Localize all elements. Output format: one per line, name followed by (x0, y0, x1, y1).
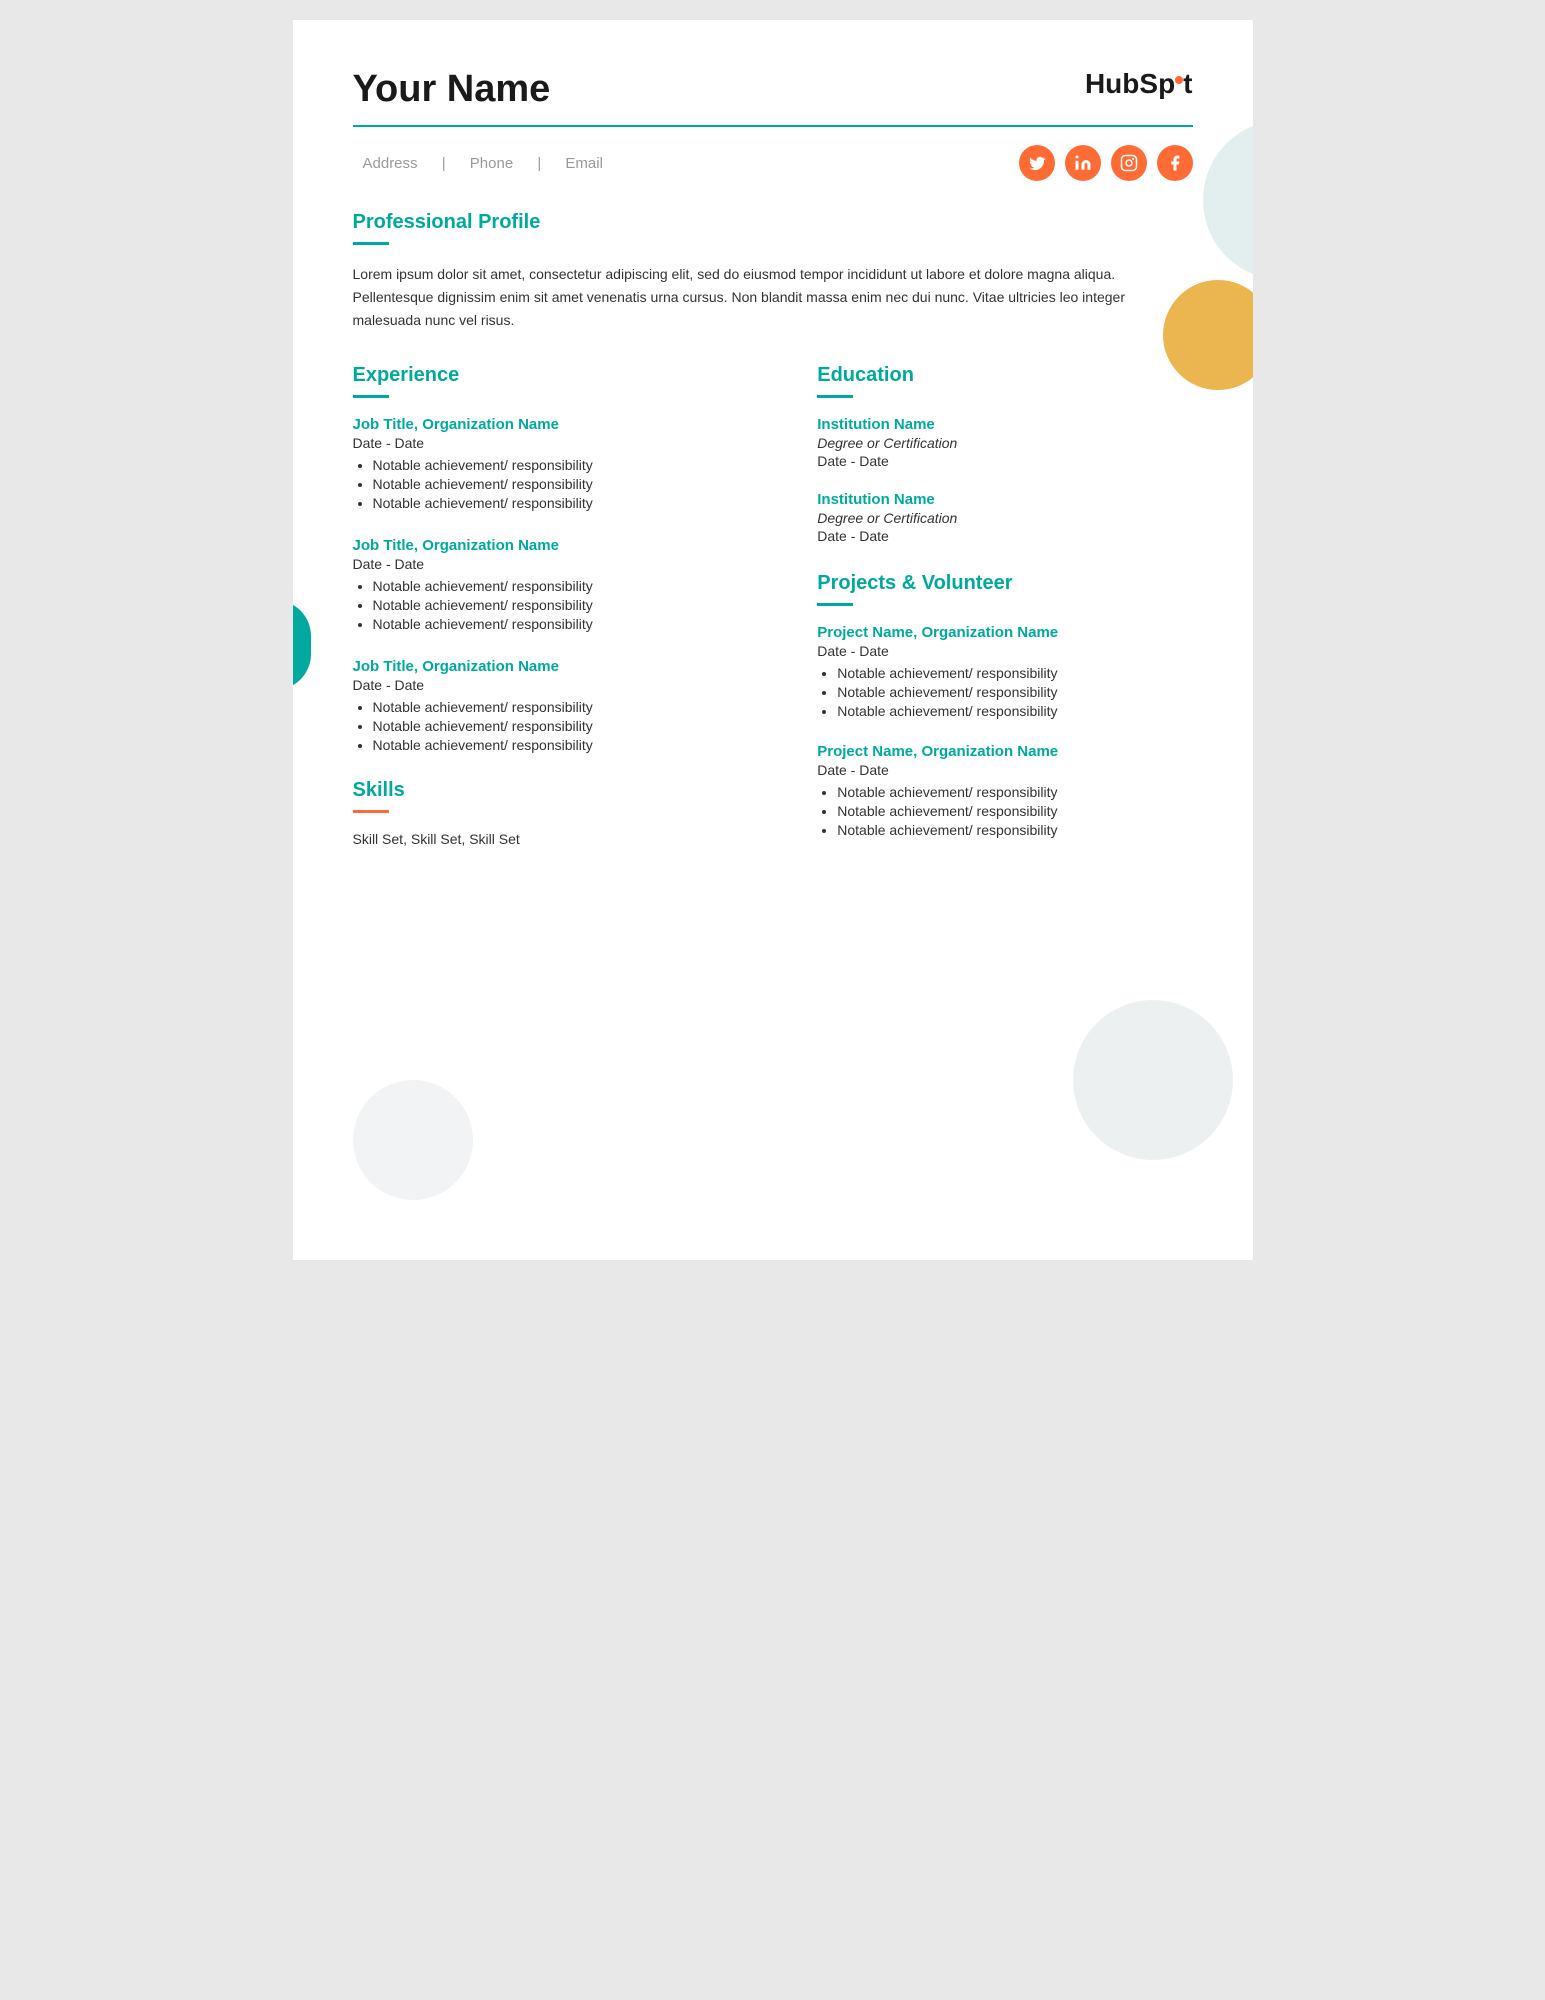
list-item: Notable achievement/ responsibility (837, 822, 1192, 838)
list-item: Notable achievement/ responsibility (373, 578, 768, 594)
job-entry-1: Job Title, Organization Name Date - Date… (353, 416, 768, 511)
edu-date-2: Date - Date (817, 528, 1192, 544)
project-date-2: Date - Date (817, 762, 1192, 778)
institution-name-1: Institution Name (817, 416, 1192, 433)
job-date-1: Date - Date (353, 435, 768, 451)
list-item: Notable achievement/ responsibility (373, 495, 768, 511)
social-icons (1019, 145, 1193, 181)
address: Address (363, 155, 418, 172)
job-bullets-2: Notable achievement/ responsibility Nota… (353, 578, 768, 632)
project-title-1: Project Name, Organization Name (817, 624, 1192, 641)
list-item: Notable achievement/ responsibility (373, 737, 768, 753)
hubspot-hub: Hub (1085, 68, 1139, 100)
job-date-3: Date - Date (353, 677, 768, 693)
job-title-1: Job Title, Organization Name (353, 416, 768, 433)
projects-underline (817, 603, 853, 606)
list-item: Notable achievement/ responsibility (373, 457, 768, 473)
sep2: | (537, 155, 541, 172)
email: Email (565, 155, 603, 172)
institution-name-2: Institution Name (817, 491, 1192, 508)
candidate-name: Your Name (353, 68, 551, 111)
job-title-2: Job Title, Organization Name (353, 537, 768, 554)
education-section: Education Institution Name Degree or Cer… (817, 364, 1192, 544)
project-date-1: Date - Date (817, 643, 1192, 659)
projects-section: Projects & Volunteer Project Name, Organ… (817, 572, 1192, 838)
deco-teal-circle (1203, 120, 1253, 280)
project-entry-1: Project Name, Organization Name Date - D… (817, 624, 1192, 719)
job-bullets-1: Notable achievement/ responsibility Nota… (353, 457, 768, 511)
twitter-icon[interactable] (1019, 145, 1055, 181)
experience-title: Experience (353, 364, 768, 387)
linkedin-icon[interactable] (1065, 145, 1101, 181)
skills-title: Skills (353, 779, 768, 802)
deco-gray-bottom-right (1073, 1000, 1233, 1160)
skills-text: Skill Set, Skill Set, Skill Set (353, 831, 768, 847)
profile-body: Lorem ipsum dolor sit amet, consectetur … (353, 263, 1193, 332)
two-column-layout: Experience Job Title, Organization Name … (353, 364, 1193, 862)
hubspot-t: t (1183, 68, 1192, 100)
list-item: Notable achievement/ responsibility (373, 616, 768, 632)
resume-page: Your Name HubSpt Address | Phone | Email (293, 20, 1253, 1260)
project-entry-2: Project Name, Organization Name Date - D… (817, 743, 1192, 838)
contact-info: Address | Phone | Email (353, 155, 613, 172)
instagram-icon[interactable] (1111, 145, 1147, 181)
list-item: Notable achievement/ responsibility (837, 665, 1192, 681)
skills-underline (353, 810, 389, 813)
education-title: Education (817, 364, 1192, 387)
right-column: Education Institution Name Degree or Cer… (817, 364, 1192, 862)
edu-entry-1: Institution Name Degree or Certification… (817, 416, 1192, 469)
job-bullets-3: Notable achievement/ responsibility Nota… (353, 699, 768, 753)
degree-1: Degree or Certification (817, 435, 1192, 451)
deco-teal-left (293, 600, 311, 690)
project-bullets-2: Notable achievement/ responsibility Nota… (817, 784, 1192, 838)
experience-underline (353, 395, 389, 398)
phone: Phone (470, 155, 513, 172)
profile-underline (353, 242, 389, 245)
profile-section: Professional Profile Lorem ipsum dolor s… (353, 211, 1193, 332)
header: Your Name HubSpt (353, 68, 1193, 111)
header-divider (353, 125, 1193, 127)
skills-section: Skills Skill Set, Skill Set, Skill Set (353, 779, 768, 847)
list-item: Notable achievement/ responsibility (837, 803, 1192, 819)
hubspot-dot (1175, 76, 1183, 84)
deco-gray-bottom-left (353, 1080, 473, 1200)
hubspot-sp: Sp (1139, 68, 1175, 100)
list-item: Notable achievement/ responsibility (373, 597, 768, 613)
sep1: | (442, 155, 446, 172)
degree-2: Degree or Certification (817, 510, 1192, 526)
edu-date-1: Date - Date (817, 453, 1192, 469)
list-item: Notable achievement/ responsibility (373, 476, 768, 492)
experience-section: Experience Job Title, Organization Name … (353, 364, 768, 753)
projects-title: Projects & Volunteer (817, 572, 1192, 595)
job-date-2: Date - Date (353, 556, 768, 572)
list-item: Notable achievement/ responsibility (837, 684, 1192, 700)
project-bullets-1: Notable achievement/ responsibility Nota… (817, 665, 1192, 719)
job-entry-3: Job Title, Organization Name Date - Date… (353, 658, 768, 753)
edu-entry-2: Institution Name Degree or Certification… (817, 491, 1192, 544)
job-title-3: Job Title, Organization Name (353, 658, 768, 675)
list-item: Notable achievement/ responsibility (837, 703, 1192, 719)
list-item: Notable achievement/ responsibility (373, 718, 768, 734)
facebook-icon[interactable] (1157, 145, 1193, 181)
job-entry-2: Job Title, Organization Name Date - Date… (353, 537, 768, 632)
profile-title: Professional Profile (353, 211, 1193, 234)
left-column: Experience Job Title, Organization Name … (353, 364, 768, 862)
list-item: Notable achievement/ responsibility (373, 699, 768, 715)
education-underline (817, 395, 853, 398)
contact-row: Address | Phone | Email (353, 145, 1193, 181)
project-title-2: Project Name, Organization Name (817, 743, 1192, 760)
hubspot-logo: HubSpt (1085, 68, 1193, 100)
list-item: Notable achievement/ responsibility (837, 784, 1192, 800)
